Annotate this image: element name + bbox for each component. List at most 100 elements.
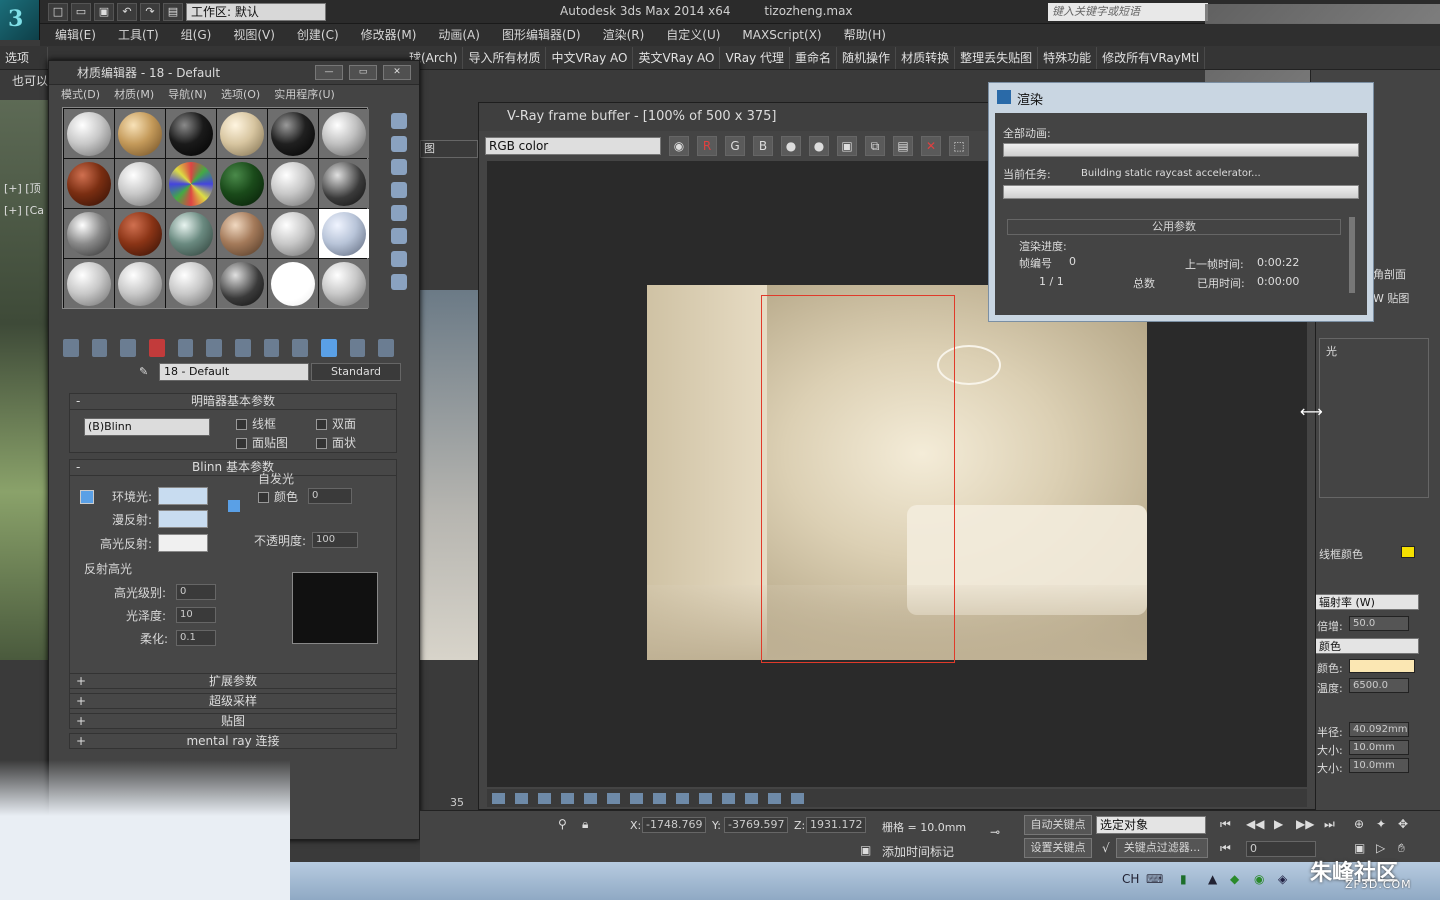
open-folder-icon[interactable]: ▤ bbox=[893, 136, 913, 156]
material-slot[interactable] bbox=[319, 209, 369, 258]
menu-edit[interactable]: 编辑(E) bbox=[44, 24, 107, 46]
select-by-material-icon[interactable] bbox=[391, 274, 407, 290]
channel-dropdown[interactable]: RGB color bbox=[485, 137, 661, 155]
show-map-icon[interactable] bbox=[292, 339, 309, 357]
plugin-random[interactable]: 随机操作 bbox=[837, 46, 897, 69]
material-slot[interactable] bbox=[268, 159, 318, 208]
material-slot[interactable] bbox=[217, 159, 267, 208]
glossiness-spinner[interactable]: 10 bbox=[176, 607, 216, 623]
plugin-options[interactable]: 选项 bbox=[0, 46, 48, 69]
menu-animation[interactable]: 动画(A) bbox=[427, 24, 491, 46]
mono-icon[interactable]: ● bbox=[809, 136, 829, 156]
region-render-icon[interactable]: ⬚ bbox=[949, 136, 969, 156]
save-image-icon[interactable]: ▣ bbox=[837, 136, 857, 156]
video-color-icon[interactable] bbox=[391, 205, 407, 221]
prev-frame-icon[interactable]: ◀◀ bbox=[1246, 817, 1264, 831]
vfb-tool-13-icon[interactable] bbox=[768, 792, 781, 804]
shader-type-dropdown[interactable]: (B)Blinn bbox=[84, 418, 210, 436]
green-channel-button[interactable]: G bbox=[725, 136, 745, 156]
walk-icon[interactable]: ▷ bbox=[1376, 841, 1385, 855]
vfb-tool-5-icon[interactable] bbox=[584, 792, 597, 804]
goto-end-icon[interactable]: ⏭ bbox=[1324, 817, 1335, 832]
material-slot[interactable] bbox=[115, 259, 165, 308]
key-mode-icon[interactable]: ⊸ bbox=[990, 825, 1000, 839]
color-picker-icon[interactable]: ◉ bbox=[669, 136, 689, 156]
two-sided-checkbox[interactable]: 双面 bbox=[316, 415, 356, 432]
wire-checkbox[interactable]: 线框 bbox=[236, 415, 276, 432]
hand-icon[interactable]: ✋︎ bbox=[1398, 841, 1405, 856]
material-slot[interactable] bbox=[268, 209, 318, 258]
current-frame-field[interactable]: 0 bbox=[1246, 841, 1316, 857]
auto-key-button[interactable]: 自动关键点 bbox=[1024, 815, 1092, 835]
me-menu-utilities[interactable]: 实用程序(U) bbox=[274, 85, 335, 105]
tray-app-2-icon[interactable]: ◉ bbox=[1254, 872, 1264, 886]
make-preview-icon[interactable] bbox=[391, 228, 407, 244]
play-icon[interactable]: ▶ bbox=[1274, 817, 1283, 831]
material-slot[interactable] bbox=[166, 159, 216, 208]
viewport-center-strip[interactable] bbox=[420, 290, 480, 660]
vfb-tool-11-icon[interactable] bbox=[722, 792, 735, 804]
ime-indicator[interactable]: CH bbox=[1122, 872, 1139, 886]
blinn-rollout-header[interactable]: - Blinn 基本参数 bbox=[70, 460, 396, 476]
material-slot[interactable] bbox=[166, 259, 216, 308]
delete-icon[interactable] bbox=[149, 339, 165, 357]
copy-material-icon[interactable] bbox=[177, 339, 194, 357]
self-illum-color-checkbox[interactable]: 颜色 bbox=[258, 488, 298, 505]
tray-app-1-icon[interactable]: ◆ bbox=[1230, 872, 1239, 886]
material-slot[interactable] bbox=[166, 209, 216, 258]
specular-swatch[interactable] bbox=[158, 534, 208, 552]
me-menu-options[interactable]: 选项(O) bbox=[221, 85, 260, 105]
me-menu-modes[interactable]: 模式(D) bbox=[61, 85, 100, 105]
temperature-field[interactable]: 6500.0 bbox=[1349, 678, 1409, 693]
menu-views[interactable]: 视图(V) bbox=[222, 24, 286, 46]
viewport-label-top[interactable]: [+] [顶 bbox=[4, 180, 41, 196]
tray-app-3-icon[interactable]: ◈ bbox=[1278, 872, 1287, 886]
viewport-left[interactable]: [+] [顶 [+] [Ca bbox=[0, 100, 50, 660]
multiplier-field[interactable]: 50.0 bbox=[1349, 616, 1409, 631]
collapse-icon[interactable]: - bbox=[76, 460, 80, 475]
key-icon[interactable]: ⚲ bbox=[558, 817, 567, 831]
material-slot[interactable] bbox=[268, 259, 318, 308]
faceted-checkbox[interactable]: 面状 bbox=[316, 434, 356, 451]
face-map-checkbox[interactable]: 面贴图 bbox=[236, 434, 288, 451]
clone-vfb-icon[interactable]: ⧉ bbox=[865, 136, 885, 156]
menu-rendering[interactable]: 渲染(R) bbox=[592, 24, 656, 46]
material-id-icon[interactable] bbox=[263, 339, 280, 357]
assign-material-icon[interactable] bbox=[120, 339, 137, 357]
shader-rollout-header[interactable]: - 明暗器基本参数 bbox=[70, 394, 396, 410]
vfb-tool-6-icon[interactable] bbox=[607, 792, 620, 804]
supersampling-rollout[interactable]: + 超级采样 bbox=[69, 693, 397, 709]
menu-customize[interactable]: 自定义(U) bbox=[655, 24, 731, 46]
material-slot[interactable] bbox=[64, 259, 114, 308]
save-file-icon[interactable]: ▣ bbox=[94, 2, 114, 21]
project-folder-icon[interactable]: ▤ bbox=[163, 2, 183, 21]
material-slot[interactable] bbox=[115, 209, 165, 258]
time-tag-icon[interactable]: ▣ bbox=[860, 843, 871, 857]
eyedropper-icon[interactable]: ✎ bbox=[139, 365, 148, 378]
opacity-spinner[interactable]: 100 bbox=[312, 532, 358, 548]
x-coord-field[interactable]: -1748.769 bbox=[642, 817, 706, 833]
menu-modifiers[interactable]: 修改器(M) bbox=[350, 24, 428, 46]
search-input[interactable]: 键入关键字或短语 bbox=[1048, 3, 1208, 21]
extended-params-rollout[interactable]: + 扩展参数 bbox=[69, 673, 397, 689]
mental-ray-rollout[interactable]: + mental ray 连接 bbox=[69, 733, 397, 749]
material-slot[interactable] bbox=[166, 109, 216, 158]
vfb-tool-1-icon[interactable] bbox=[492, 792, 505, 804]
soften-spinner[interactable]: 0.1 bbox=[176, 630, 216, 646]
plugin-special[interactable]: 特殊功能 bbox=[1038, 46, 1098, 69]
plugin-material-convert[interactable]: 材质转换 bbox=[896, 46, 956, 69]
material-slot[interactable] bbox=[64, 159, 114, 208]
vfb-tool-9-icon[interactable] bbox=[676, 792, 689, 804]
self-illum-spinner[interactable]: 0 bbox=[308, 488, 352, 504]
vfb-tool-10-icon[interactable] bbox=[699, 792, 712, 804]
render-region-box[interactable] bbox=[761, 295, 955, 663]
material-editor-titlebar[interactable]: 材质编辑器 - 18 - Default — ▭ ✕ bbox=[49, 61, 419, 85]
pan-icon[interactable]: ✥ bbox=[1398, 817, 1408, 831]
spec-level-spinner[interactable]: 0 bbox=[176, 584, 216, 600]
make-unique-icon[interactable] bbox=[206, 339, 223, 357]
uv-tiling-icon[interactable] bbox=[391, 182, 407, 198]
redo-icon[interactable]: ↷ bbox=[140, 2, 160, 21]
get-material-icon[interactable] bbox=[63, 339, 79, 357]
red-channel-button[interactable]: R bbox=[697, 136, 717, 156]
material-slot[interactable] bbox=[64, 209, 114, 258]
